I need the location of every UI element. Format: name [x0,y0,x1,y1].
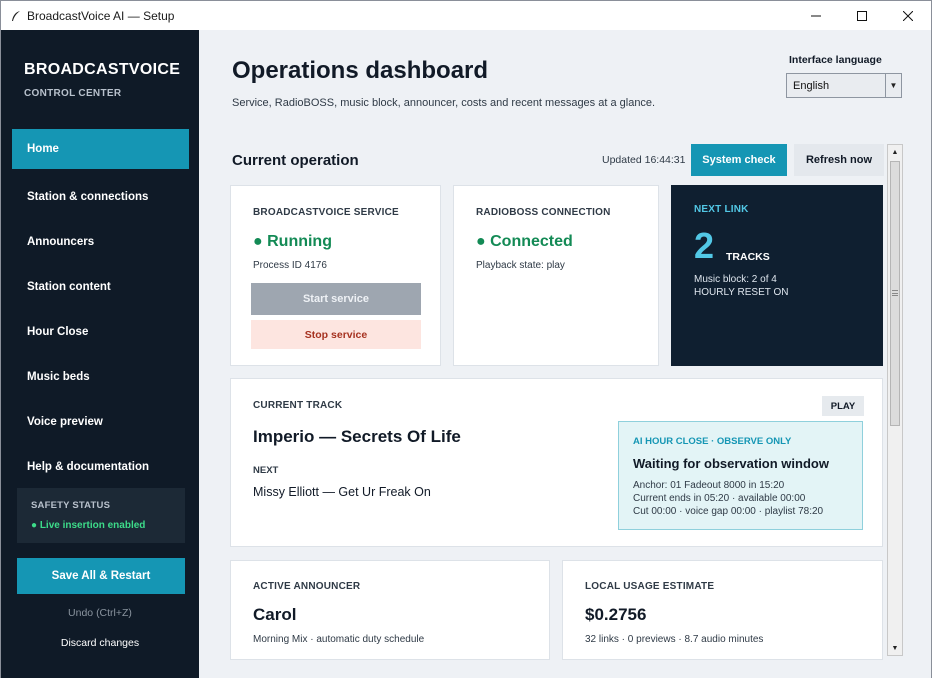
section-title-current-operation: Current operation [232,152,359,169]
page-title: Operations dashboard [232,57,489,84]
hourly-reset-status: HOURLY RESET ON [694,287,789,298]
service-status: ● Running [253,233,332,250]
safety-status-value: ● Live insertion enabled [31,520,146,531]
ai-hour-close-label: AI HOUR CLOSE · OBSERVE ONLY [633,436,792,447]
sidebar-item-home[interactable]: Home [12,129,189,169]
scroll-up-icon[interactable]: ▲ [888,145,902,159]
close-icon [903,10,913,21]
safety-status-label: SAFETY STATUS [31,500,111,511]
sidebar-item-voice-preview[interactable]: Voice preview [12,399,189,444]
stop-service-button[interactable]: Stop service [251,320,421,349]
announcer-name: Carol [253,605,297,624]
feather-icon [9,9,23,23]
page-subtitle: Service, RadioBOSS, music block, announc… [232,97,656,109]
window-title: BroadcastVoice AI — Setup [27,8,175,23]
refresh-now-button[interactable]: Refresh now [794,144,884,176]
minimize-button[interactable] [793,1,839,30]
current-track-title: Imperio — Secrets Of Life [253,427,461,446]
next-link-unit: TRACKS [726,251,770,263]
radioboss-card: RADIOBOSS CONNECTION ● Connected Playbac… [453,185,659,366]
scrollbar-thumb[interactable] [890,161,900,426]
sidebar-nav: Home Station & connections Announcers St… [12,129,189,489]
radioboss-status: ● Connected [476,233,573,250]
maximize-icon [857,10,867,21]
playback-state: Playback state: play [476,260,565,271]
ai-hour-close-current: Current ends in 05:20 · available 00:00 [633,493,806,504]
main-content: Operations dashboard Service, RadioBOSS,… [199,30,931,678]
usage-estimate-card: LOCAL USAGE ESTIMATE $0.2756 32 links · … [562,560,883,660]
usage-cost: $0.2756 [585,605,647,624]
grip-icon [892,290,898,296]
chevron-down-icon[interactable]: ▼ [885,74,901,97]
radioboss-label: RADIOBOSS CONNECTION [476,207,611,218]
language-label: Interface language [789,54,882,66]
current-track-card: CURRENT TRACK PLAY Imperio — Secrets Of … [230,378,883,547]
brand-title: BROADCASTVOICE [24,61,181,78]
sidebar-item-music-beds[interactable]: Music beds [12,354,189,399]
sidebar-item-station-content[interactable]: Station content [12,264,189,309]
sidebar: BROADCASTVOICE CONTROL CENTER Home Stati… [1,30,199,678]
minimize-icon [811,15,821,16]
close-button[interactable] [885,1,931,30]
active-announcer-card: ACTIVE ANNOUNCER Carol Morning Mix · aut… [230,560,550,660]
sidebar-item-hour-close[interactable]: Hour Close [12,309,189,354]
system-check-button[interactable]: System check [691,144,787,176]
vertical-scrollbar[interactable]: ▲ ▼ [887,144,903,656]
next-track-title: Missy Elliott — Get Ur Freak On [253,485,431,499]
usage-estimate-label: LOCAL USAGE ESTIMATE [585,581,715,592]
play-state-badge: PLAY [822,396,864,416]
brand-subtitle: CONTROL CENTER [24,88,122,99]
ai-hour-close-cut: Cut 00:00 · voice gap 00:00 · playlist 7… [633,506,824,517]
sidebar-item-help[interactable]: Help & documentation [12,444,189,489]
announcer-detail: Morning Mix · automatic duty schedule [253,634,425,645]
maximize-button[interactable] [839,1,885,30]
next-link-count: 2 [694,225,715,266]
sidebar-item-announcers[interactable]: Announcers [12,219,189,264]
active-announcer-label: ACTIVE ANNOUNCER [253,581,361,592]
next-link-card: NEXT LINK 2 TRACKS Music block: 2 of 4 H… [671,185,883,366]
save-restart-button[interactable]: Save All & Restart [17,558,185,594]
ai-hour-close-anchor: Anchor: 01 Fadeout 8000 in 15:20 [633,480,785,491]
sidebar-item-station-connections[interactable]: Station & connections [12,174,189,219]
next-track-label: NEXT [253,465,279,476]
title-bar: BroadcastVoice AI — Setup [1,1,931,30]
ai-hour-close-heading: Waiting for observation window [633,456,829,471]
usage-detail: 32 links · 0 previews · 8.7 audio minute… [585,634,764,645]
safety-status-panel: SAFETY STATUS ● Live insertion enabled [17,488,185,543]
ai-hour-close-panel: AI HOUR CLOSE · OBSERVE ONLY Waiting for… [618,421,863,530]
undo-button[interactable]: Undo (Ctrl+Z) [1,607,199,619]
music-block-status: Music block: 2 of 4 [694,274,777,285]
scroll-down-icon[interactable]: ▼ [888,641,902,655]
service-card: BROADCASTVOICE SERVICE ● Running Process… [230,185,441,366]
language-select-value: English [793,79,830,92]
updated-timestamp: Updated 16:44:31 [602,154,686,166]
next-link-label: NEXT LINK [694,204,749,215]
language-select[interactable]: English ▼ [786,73,902,98]
start-service-button[interactable]: Start service [251,283,421,315]
discard-changes-button[interactable]: Discard changes [1,637,199,649]
app-window: BroadcastVoice AI — Setup BROADCASTVOICE… [0,0,932,678]
current-track-label: CURRENT TRACK [253,400,343,411]
service-label: BROADCASTVOICE SERVICE [253,207,399,218]
process-id: Process ID 4176 [253,260,327,271]
